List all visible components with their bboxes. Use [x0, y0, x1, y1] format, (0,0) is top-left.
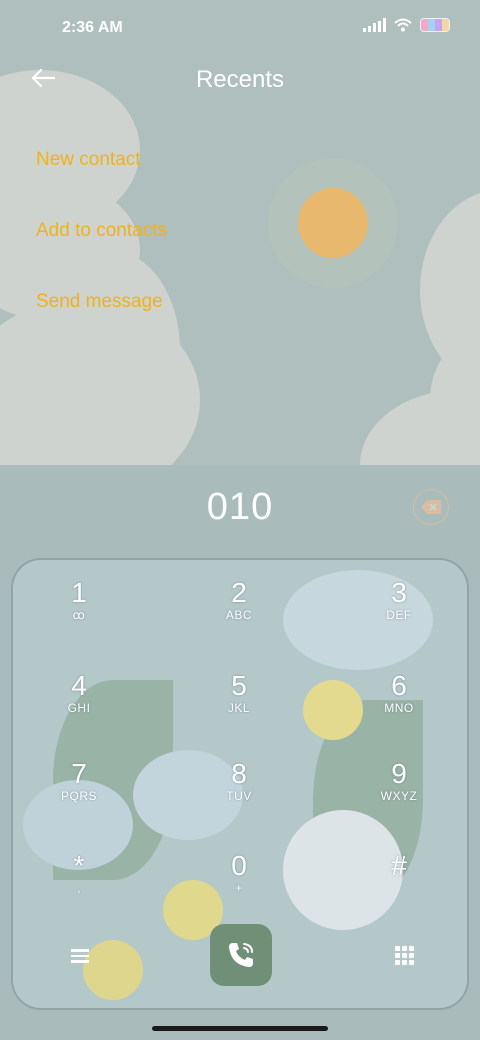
- key-3-letters: DEF: [386, 608, 412, 622]
- key-6-letters: MNO: [384, 701, 414, 715]
- key-6[interactable]: 6 MNO: [339, 671, 459, 741]
- key-8-letters: TUV: [226, 789, 252, 803]
- key-2[interactable]: 2 ABC: [179, 578, 299, 648]
- key-5-letters: JKL: [227, 701, 251, 715]
- call-button[interactable]: [210, 924, 272, 986]
- sun-illustration: [298, 188, 368, 258]
- key-0-digit: 0: [231, 850, 247, 881]
- wifi-icon: [394, 18, 412, 32]
- voicemail-icon: ꝏ: [72, 608, 86, 622]
- key-3-digit: 3: [391, 577, 407, 608]
- key-5[interactable]: 5 JKL: [179, 671, 299, 741]
- dialed-number: 010: [206, 486, 274, 528]
- key-4[interactable]: 4 GHI: [19, 671, 139, 741]
- key-5-digit: 5: [231, 670, 247, 701]
- key-0-letters: +: [235, 881, 243, 895]
- key-3[interactable]: 3 DEF: [339, 578, 459, 648]
- key-star-digit: *: [73, 850, 85, 881]
- menu-icon: [65, 940, 95, 963]
- page-title: Recents: [195, 66, 285, 93]
- dialpad-icon[interactable]: [389, 940, 419, 970]
- phone-call-icon: [229, 943, 253, 967]
- menu-button[interactable]: [65, 940, 95, 970]
- header: Recents: [0, 60, 480, 104]
- key-2-digit: 2: [231, 577, 247, 608]
- send-message-link[interactable]: Send message: [36, 291, 163, 313]
- key-6-digit: 6: [391, 670, 407, 701]
- status-time: 2:36 AM: [62, 19, 123, 36]
- key-1[interactable]: 1 ꝏ: [19, 578, 139, 648]
- key-8[interactable]: 8 TUV: [179, 759, 299, 829]
- key-9-letters: WXYZ: [380, 789, 418, 803]
- key-4-letters: GHI: [67, 701, 91, 715]
- key-7[interactable]: 7 PQRS: [19, 759, 139, 829]
- new-contact-link[interactable]: New contact: [36, 149, 141, 171]
- key-2-letters: ABC: [225, 608, 253, 622]
- key-8-digit: 8: [231, 758, 247, 789]
- battery-icon: [420, 18, 450, 32]
- key-7-digit: 7: [71, 758, 87, 789]
- key-9[interactable]: 9 WXYZ: [339, 759, 459, 829]
- status-icons: [363, 18, 450, 32]
- key-star[interactable]: * ,: [19, 851, 139, 921]
- key-star-letters: ,: [77, 881, 81, 895]
- keypad-panel: 1 ꝏ 2 ABC 3 DEF 4 GHI 5 JKL 6 MNO 7 PQRS…: [11, 558, 469, 1010]
- key-4-digit: 4: [71, 670, 87, 701]
- backspace-icon: [421, 500, 441, 514]
- key-9-digit: 9: [391, 758, 407, 789]
- key-1-digit: 1: [71, 577, 87, 608]
- backspace-button[interactable]: [413, 489, 449, 525]
- status-bar: 2:36 AM: [0, 0, 480, 56]
- key-hash[interactable]: #: [339, 851, 459, 921]
- key-0[interactable]: 0 +: [179, 851, 299, 921]
- home-indicator[interactable]: [152, 1026, 328, 1031]
- add-to-contacts-link[interactable]: Add to contacts: [36, 220, 167, 242]
- signal-icon: [363, 18, 386, 32]
- key-hash-digit: #: [391, 850, 407, 881]
- key-7-letters: PQRS: [60, 789, 97, 803]
